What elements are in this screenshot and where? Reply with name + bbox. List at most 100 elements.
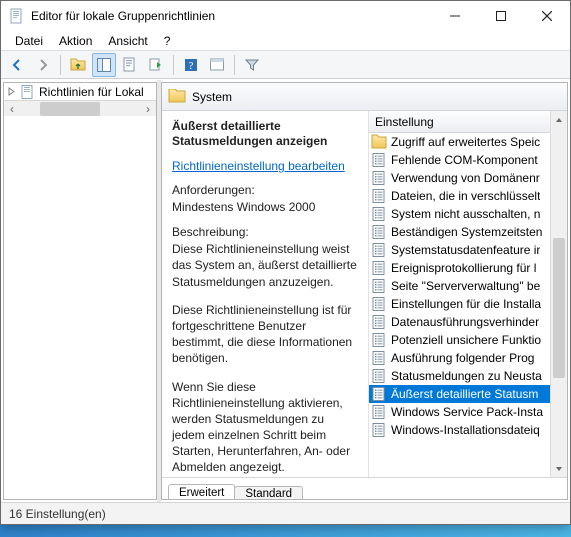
policy-title: Äußerst detaillierte Statusmeldungen anz… (172, 119, 358, 149)
list-item[interactable]: Fehlende COM-Komponent (369, 151, 550, 169)
tree-node[interactable]: Richtlinien für Lokal (6, 83, 156, 100)
menu-action[interactable]: Aktion (51, 32, 100, 50)
req-label: Anforderungen: (172, 183, 358, 197)
menu-help[interactable]: ? (156, 32, 179, 50)
menu-view[interactable]: Ansicht (100, 32, 155, 50)
desc-text-1: Diese Richtlinieneinstellung weist das S… (172, 241, 358, 290)
list-item[interactable]: Äußerst detaillierte Statusm (369, 385, 550, 403)
list-item[interactable]: Ereignisprotokollierung für l (369, 259, 550, 277)
export-icon[interactable] (144, 53, 168, 77)
policy-setting-icon (371, 242, 387, 258)
list-item-label: Ereignisprotokollierung für l (391, 261, 536, 275)
detail-pane: System Äußerst detaillierte Statusmeldun… (161, 82, 568, 500)
list-item-label: Statusmeldungen zu Neusta (391, 369, 542, 383)
list-item[interactable]: Statusmeldungen zu Neusta (369, 367, 550, 385)
window-title: Editor für lokale Gruppenrichtlinien (31, 9, 432, 23)
scroll-thumb[interactable] (553, 238, 565, 378)
tree[interactable]: Richtlinien für Lokal (4, 83, 156, 100)
tab-extended[interactable]: Erweitert (168, 484, 235, 500)
scroll-thumb[interactable] (40, 102, 100, 116)
tab-standard[interactable]: Standard (234, 486, 303, 500)
nav-fwd-icon[interactable] (31, 53, 55, 77)
policy-setting-icon (371, 314, 387, 330)
desc-label: Beschreibung: (172, 225, 358, 239)
up-icon[interactable] (66, 53, 90, 77)
toolbar-sep (173, 55, 174, 75)
policy-setting-icon (371, 332, 387, 348)
menu-file[interactable]: Datei (7, 32, 51, 50)
doc-icon (20, 85, 36, 99)
policy-setting-icon (371, 422, 387, 438)
list-vscrollbar[interactable] (550, 111, 567, 477)
maximize-button[interactable] (478, 1, 524, 31)
detail-header-text: System (192, 90, 232, 104)
scroll-track[interactable] (551, 128, 567, 460)
scroll-right-icon[interactable]: › (140, 102, 156, 116)
help-icon[interactable]: ? (179, 53, 203, 77)
list-rows[interactable]: Zugriff auf erweitertes Speic Fehlende CO… (369, 133, 550, 477)
expand-icon[interactable] (6, 86, 17, 97)
scroll-left-icon[interactable]: ‹ (4, 102, 20, 116)
app-icon (9, 8, 25, 24)
props-icon[interactable] (118, 53, 142, 77)
nav-back-icon[interactable] (5, 53, 29, 77)
scroll-down-icon[interactable] (551, 460, 567, 477)
list-item[interactable]: Seite "Serververwaltung" be (369, 277, 550, 295)
policy-setting-icon (371, 296, 387, 312)
list-item[interactable]: Systemstatusdatenfeature ir (369, 241, 550, 259)
list-item[interactable]: Datenausführungsverhinder (369, 313, 550, 331)
desc-text-2: Diese Richtlinieneinstellung ist für for… (172, 302, 358, 367)
policy-setting-icon (371, 224, 387, 240)
main-window: Editor für lokale Gruppenrichtlinien Dat… (0, 0, 571, 525)
list-item-label: Datenausführungsverhinder (391, 315, 539, 329)
list-item-label: Verwendung von Domänenr (391, 171, 540, 185)
tree-pane[interactable]: Richtlinien für Lokal ‹ › (3, 82, 157, 500)
list-item[interactable]: Ausführung folgender Prog (369, 349, 550, 367)
edit-policy-link[interactable]: Richtlinieneinstellung bearbeiten (172, 159, 345, 173)
detail-body: Äußerst detaillierte Statusmeldungen anz… (162, 111, 567, 477)
client-area: Richtlinien für Lokal ‹ › System Äußerst… (1, 79, 570, 502)
show-tree-icon[interactable] (92, 53, 116, 77)
column-header[interactable]: Einstellung (369, 111, 550, 133)
list-item-label: Seite "Serververwaltung" be (391, 279, 540, 293)
desc-text-3: Wenn Sie diese Richtlinieneinstellung ak… (172, 379, 358, 476)
close-button[interactable] (524, 1, 570, 31)
policy-info: Äußerst detaillierte Statusmeldungen anz… (162, 111, 368, 477)
policy-setting-icon (371, 386, 387, 402)
filter-icon[interactable] (240, 53, 264, 77)
list-item-label: Windows Service Pack-Insta (391, 405, 543, 419)
tree-hscrollbar[interactable]: ‹ › (4, 100, 156, 116)
list-item-label: Windows-Installationsdateiq (391, 423, 540, 437)
policy-setting-icon (371, 404, 387, 420)
detail-tabs: Erweitert Standard (162, 477, 567, 499)
minimize-button[interactable] (432, 1, 478, 31)
policy-setting-icon (371, 260, 387, 276)
toolbar: ? (1, 51, 570, 79)
list-item[interactable]: Zugriff auf erweitertes Speic (369, 133, 550, 151)
list-item[interactable]: Dateien, die in verschlüsselt (369, 187, 550, 205)
list-item[interactable]: Verwendung von Domänenr (369, 169, 550, 187)
list-item[interactable]: System nicht ausschalten, n (369, 205, 550, 223)
folder-icon (371, 134, 387, 150)
list-item[interactable]: Potenziell unsichere Funktio (369, 331, 550, 349)
list-item-label: Dateien, die in verschlüsselt (391, 189, 540, 203)
policy-setting-icon (371, 206, 387, 222)
list-item-label: Ausführung folgender Prog (391, 351, 534, 365)
menubar: Datei Aktion Ansicht ? (1, 31, 570, 51)
settings-list: Einstellung Zugriff auf erweitertes Spei… (369, 111, 567, 477)
titlebar[interactable]: Editor für lokale Gruppenrichtlinien (1, 1, 570, 31)
list-item-label: Einstellungen für die Installa (391, 297, 541, 311)
list-item[interactable]: Einstellungen für die Installa (369, 295, 550, 313)
list-item[interactable]: Windows-Installationsdateiq (369, 421, 550, 439)
list-item-label: Potenziell unsichere Funktio (391, 333, 541, 347)
list-item[interactable]: Beständigen Systemzeitsten (369, 223, 550, 241)
svg-text:?: ? (189, 60, 194, 72)
scroll-up-icon[interactable] (551, 111, 567, 128)
preview-icon[interactable] (205, 53, 229, 77)
status-text: 16 Einstellung(en) (9, 507, 106, 521)
list-item-label: Systemstatusdatenfeature ir (391, 243, 540, 257)
list-item-label: System nicht ausschalten, n (391, 207, 540, 221)
tree-label: Richtlinien für Lokal (39, 85, 144, 99)
list-item-label: Zugriff auf erweitertes Speic (391, 135, 540, 149)
list-item[interactable]: Windows Service Pack-Insta (369, 403, 550, 421)
